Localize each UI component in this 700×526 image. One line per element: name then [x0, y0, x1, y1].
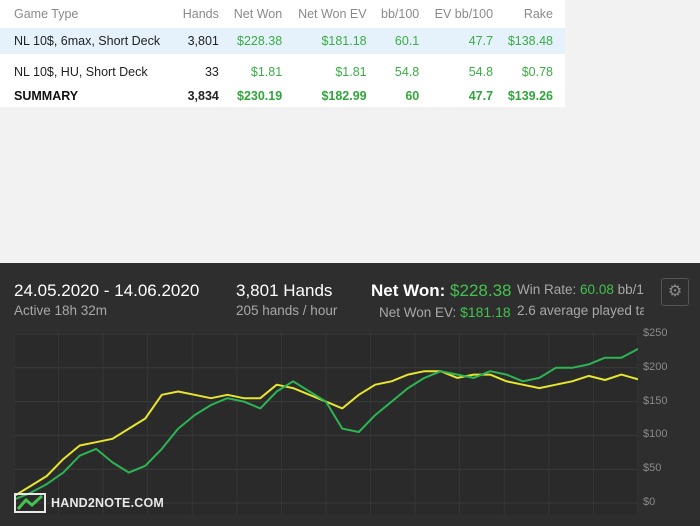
y-tick-label: $100	[643, 428, 668, 441]
win-rate-summary: Win Rate: 60.08 bb/10	[517, 282, 644, 297]
net-won-label: Net Won:	[371, 281, 446, 300]
summary-bb100: 60	[405, 88, 420, 103]
summary-rake: $139.26	[507, 88, 553, 103]
cell-ev-bb100: 54.8	[468, 65, 494, 79]
stats-table-panel: Game Type Hands Net Won Net Won EV bb/10…	[0, 0, 565, 107]
cell-net-won: $1.81	[250, 65, 283, 79]
net-won-ev-value: $181.18	[460, 304, 511, 320]
cell-hands: 33	[204, 65, 219, 79]
game-type-stats-table: Game Type Hands Net Won Net Won EV bb/10…	[0, 0, 565, 105]
logo-text: HAND2NOTE.COM	[51, 496, 165, 510]
column-header-net-won[interactable]: Net Won	[231, 0, 294, 28]
cell-bb100: 60.1	[394, 34, 420, 48]
cell-net-won-ev: $181.18	[321, 34, 367, 48]
cell-game-type: NL 10$, 6max, Short Deck	[14, 34, 161, 48]
net-won-value: $228.38	[450, 281, 512, 300]
profit-line-chart	[13, 332, 639, 515]
cell-net-won-ev: $1.81	[335, 65, 367, 79]
gear-icon[interactable]: ⚙	[661, 278, 689, 306]
cell-game-type: NL 10$, HU, Short Deck	[14, 65, 148, 79]
win-rate-value: 60.08	[580, 282, 614, 297]
summary-ev-bb100: 47.7	[468, 88, 494, 103]
cell-ev-bb100: 47.7	[468, 34, 494, 48]
win-rate-unit: bb/10	[617, 282, 644, 297]
table-row[interactable]: NL 10$, 6max, Short Deck 3,801 $228.38 $…	[0, 28, 565, 54]
column-header-ev-bb100[interactable]: EV bb/100	[431, 0, 505, 28]
net-won-summary: Net Won: $228.38	[371, 281, 511, 301]
cell-net-won: $228.38	[237, 34, 283, 48]
table-header-row: Game Type Hands Net Won Net Won EV bb/10…	[0, 0, 565, 28]
table-row[interactable]: NL 10$, HU, Short Deck 33 $1.81 $1.81 54…	[0, 54, 565, 86]
hands-per-hour: 205 hands / hour	[236, 303, 338, 318]
cell-rake: $138.48	[507, 34, 553, 48]
plot-area	[13, 332, 639, 515]
cell-hands: 3,801	[187, 34, 219, 48]
cell-rake: $0.78	[521, 65, 553, 79]
summary-row: SUMMARY 3,834 $230.19 $182.99 60 47.7 $1…	[0, 86, 565, 105]
column-header-game-type[interactable]: Game Type	[0, 0, 180, 28]
y-tick-label: $200	[643, 360, 668, 373]
average-tables: 2.6 average played ta	[517, 303, 644, 318]
hand2note-logo-icon	[14, 493, 46, 513]
column-header-bb100[interactable]: bb/100	[379, 0, 432, 28]
column-header-rake[interactable]: Rake	[505, 0, 565, 28]
y-tick-label: $50	[643, 462, 662, 475]
net-won-ev-summary: Net Won EV: $181.18	[379, 304, 511, 320]
summary-hands: 3,834	[187, 88, 219, 103]
net-won-ev-label: Net Won EV:	[379, 305, 457, 320]
summary-label: SUMMARY	[14, 88, 79, 103]
hand2note-logo: HAND2NOTE.COM	[14, 492, 164, 514]
win-rate-label: Win Rate:	[517, 282, 577, 297]
active-time: Active 18h 32m	[14, 303, 108, 318]
column-header-hands[interactable]: Hands	[180, 0, 230, 28]
y-tick-label: $150	[643, 394, 668, 407]
summary-net-won-ev: $182.99	[321, 88, 367, 103]
date-range: 24.05.2020 - 14.06.2020	[14, 281, 200, 300]
y-tick-label: $250	[643, 327, 668, 339]
y-tick-label: $0	[643, 496, 656, 508]
summary-net-won: $230.19	[237, 88, 283, 103]
cell-bb100: 54.8	[394, 65, 420, 79]
hands-count: 3,801 Hands	[236, 281, 333, 300]
grid	[13, 332, 639, 515]
column-header-net-won-ev[interactable]: Net Won EV	[294, 0, 378, 28]
